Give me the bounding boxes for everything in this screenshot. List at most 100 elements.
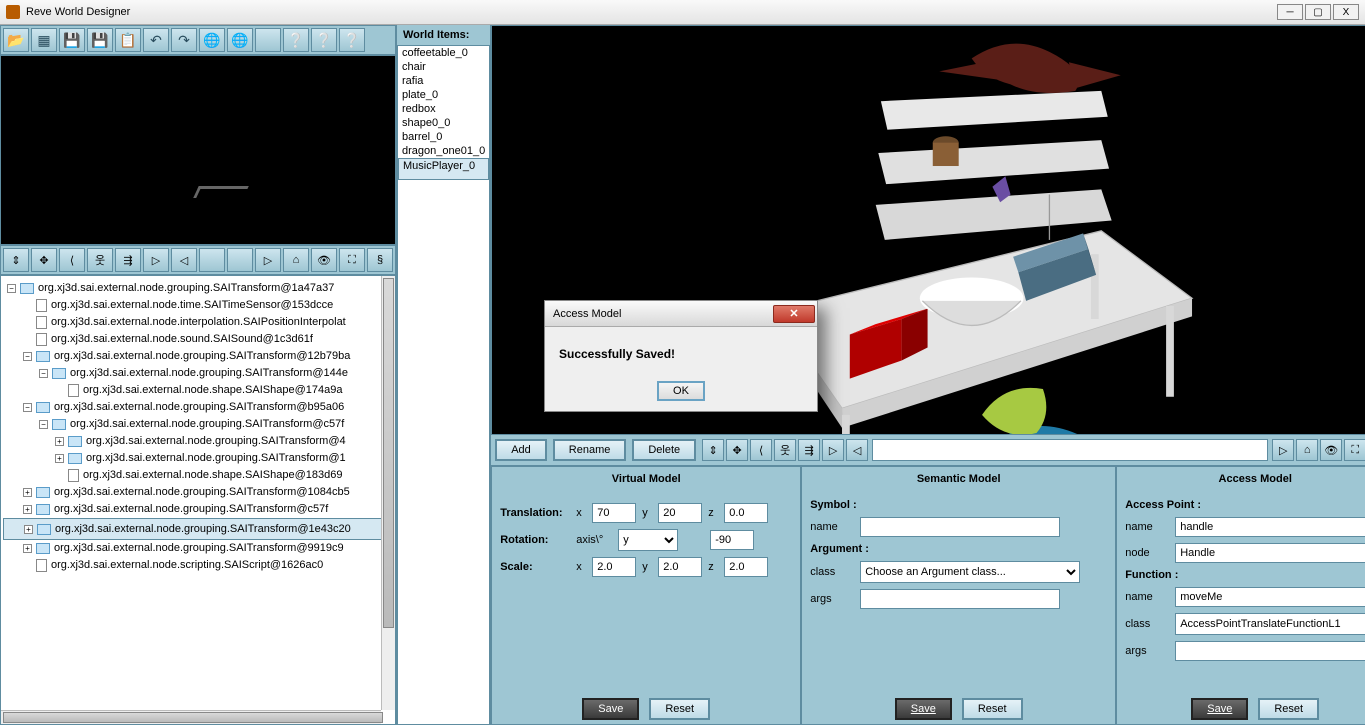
nav2-prev-icon[interactable]: ◁ (846, 439, 868, 461)
tree-node[interactable]: +org.xj3d.sai.external.node.grouping.SAI… (3, 501, 393, 518)
nav-extra-icon[interactable]: § (367, 248, 393, 272)
nav-play-icon[interactable]: ▷ (143, 248, 169, 272)
tree-toggle-icon[interactable]: − (39, 369, 48, 378)
scale-z-input[interactable] (724, 557, 768, 577)
virtual-reset-button[interactable]: Reset (649, 698, 710, 720)
dialog-titlebar[interactable]: Access Model ✕ (545, 301, 817, 327)
dialog-close-button[interactable]: ✕ (773, 305, 815, 323)
tree-toggle-icon[interactable]: − (23, 403, 32, 412)
help-2-icon[interactable]: ❔ (311, 28, 337, 52)
tree-node[interactable]: org.xj3d.sai.external.node.shape.SAIShap… (3, 382, 393, 399)
tree-toggle-icon[interactable]: − (23, 352, 32, 361)
nav-next-icon[interactable]: ▷ (255, 248, 281, 272)
save-icon[interactable]: 💾 (59, 28, 85, 52)
delete-button[interactable]: Delete (632, 439, 696, 461)
nav-empty1[interactable] (199, 248, 225, 272)
world-item[interactable]: rafia (398, 74, 489, 88)
tree-node[interactable]: org.xj3d.sai.external.node.interpolation… (3, 314, 393, 331)
nav2-home-icon[interactable]: ⌂ (1296, 439, 1318, 461)
scale-y-input[interactable] (658, 557, 702, 577)
globe-1-icon[interactable]: 🌐 (199, 28, 225, 52)
argument-class-select[interactable]: Choose an Argument class... (860, 561, 1080, 583)
translation-y-input[interactable] (658, 503, 702, 523)
clipboard-icon[interactable]: 📋 (115, 28, 141, 52)
nav2-examine-icon[interactable]: ⇕ (702, 439, 724, 461)
rotation-value-input[interactable] (710, 530, 754, 550)
tree-node[interactable]: −org.xj3d.sai.external.node.grouping.SAI… (3, 365, 393, 382)
viewpoint-dropdown[interactable] (872, 439, 1268, 461)
scale-x-input[interactable] (592, 557, 636, 577)
world-item[interactable]: MusicPlayer_0 (398, 158, 489, 180)
tree-vertical-scrollbar[interactable] (381, 276, 395, 710)
semantic-reset-button[interactable]: Reset (962, 698, 1023, 720)
window-minimize-button[interactable]: ─ (1277, 4, 1303, 20)
tree-node[interactable]: org.xj3d.sai.external.node.scripting.SAI… (3, 557, 393, 574)
nav2-next-icon[interactable]: ▷ (1272, 439, 1294, 461)
world-item[interactable]: plate_0 (398, 88, 489, 102)
function-args-input[interactable] (1175, 641, 1365, 661)
nav2-fit-icon[interactable]: ⛶ (1344, 439, 1365, 461)
save-as-icon[interactable]: 💾 (87, 28, 113, 52)
nav2-play-icon[interactable]: ▷ (822, 439, 844, 461)
open-folder-icon[interactable]: 📂 (3, 28, 29, 52)
tree-node[interactable]: +org.xj3d.sai.external.node.grouping.SAI… (3, 518, 393, 540)
redo-icon[interactable]: ↷ (171, 28, 197, 52)
new-scene-icon[interactable]: ▦ (31, 28, 57, 52)
world-item[interactable]: shape0_0 (398, 116, 489, 130)
nav2-pan-icon[interactable]: ✥ (726, 439, 748, 461)
tree-node[interactable]: org.xj3d.sai.external.node.time.SAITimeS… (3, 297, 393, 314)
tree-horizontal-scrollbar[interactable] (1, 710, 381, 724)
nav2-back-icon[interactable]: ⟨ (750, 439, 772, 461)
nav-prev-icon[interactable]: ◁ (171, 248, 197, 272)
tree-node[interactable]: −org.xj3d.sai.external.node.grouping.SAI… (3, 280, 393, 297)
rename-button[interactable]: Rename (553, 439, 627, 461)
tree-toggle-icon[interactable]: + (55, 437, 64, 446)
nav-fit-icon[interactable]: ⛶ (339, 248, 365, 272)
nav2-find-icon[interactable]: 👁 (1320, 439, 1342, 461)
undo-icon[interactable]: ↶ (143, 28, 169, 52)
tree-toggle-icon[interactable]: + (23, 505, 32, 514)
nav-back-icon[interactable]: ⟨ (59, 248, 85, 272)
translation-x-input[interactable] (592, 503, 636, 523)
tree-node[interactable]: +org.xj3d.sai.external.node.grouping.SAI… (3, 540, 393, 557)
tree-node[interactable]: −org.xj3d.sai.external.node.grouping.SAI… (3, 348, 393, 365)
nav-find-icon[interactable]: 👁 (311, 248, 337, 272)
nav-empty2[interactable] (227, 248, 253, 272)
world-item[interactable]: coffeetable_0 (398, 46, 489, 60)
symbol-name-input[interactable] (860, 517, 1060, 537)
world-item[interactable]: chair (398, 60, 489, 74)
virtual-save-button[interactable]: Save (582, 698, 639, 720)
tree-node[interactable]: +org.xj3d.sai.external.node.grouping.SAI… (3, 433, 393, 450)
tree-node[interactable]: −org.xj3d.sai.external.node.grouping.SAI… (3, 416, 393, 433)
access-reset-button[interactable]: Reset (1258, 698, 1319, 720)
nav2-walk-icon[interactable]: 웃 (774, 439, 796, 461)
help-3-icon[interactable]: ❔ (339, 28, 365, 52)
translation-z-input[interactable] (724, 503, 768, 523)
dialog-ok-button[interactable]: OK (657, 381, 705, 401)
nav2-fly-icon[interactable]: ⇶ (798, 439, 820, 461)
globe-2-icon[interactable]: 🌐 (227, 28, 253, 52)
semantic-save-button[interactable]: Save (895, 698, 952, 720)
tree-toggle-icon[interactable]: − (39, 420, 48, 429)
tree-toggle-icon[interactable]: + (23, 488, 32, 497)
add-button[interactable]: Add (495, 439, 547, 461)
tree-node[interactable]: org.xj3d.sai.external.node.shape.SAIShap… (3, 467, 393, 484)
blank-icon[interactable] (255, 28, 281, 52)
world-item[interactable]: redbox (398, 102, 489, 116)
argument-args-input[interactable] (860, 589, 1060, 609)
tree-toggle-icon[interactable]: + (55, 454, 64, 463)
world-item[interactable]: barrel_0 (398, 130, 489, 144)
window-close-button[interactable]: X (1333, 4, 1359, 20)
nav-fly-icon[interactable]: ⇶ (115, 248, 141, 272)
tree-toggle-icon[interactable]: + (24, 525, 33, 534)
nav-pan-icon[interactable]: ✥ (31, 248, 57, 272)
function-name-input[interactable] (1175, 587, 1365, 607)
nav-examine-icon[interactable]: ⇕ (3, 248, 29, 272)
rotation-axis-select[interactable]: y (618, 529, 678, 551)
access-name-input[interactable] (1175, 517, 1365, 537)
nav-home-icon[interactable]: ⌂ (283, 248, 309, 272)
tree-toggle-icon[interactable]: + (23, 544, 32, 553)
tree-toggle-icon[interactable]: − (7, 284, 16, 293)
tree-node[interactable]: +org.xj3d.sai.external.node.grouping.SAI… (3, 450, 393, 467)
access-node-input[interactable] (1175, 543, 1365, 563)
